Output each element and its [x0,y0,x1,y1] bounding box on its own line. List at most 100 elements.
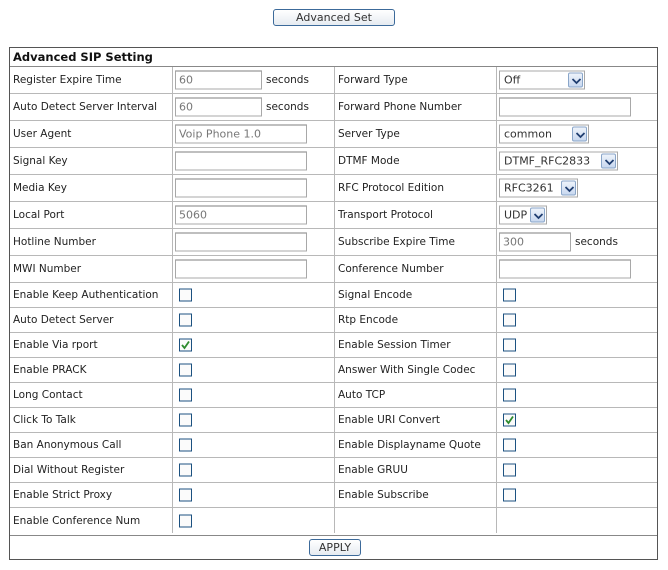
advanced-sip-setting-panel: Advanced SIP Setting Register Expire Tim… [9,47,658,560]
answer-with-single-codec-label: Answer With Single Codec [338,364,476,376]
value-cell [497,333,657,357]
user-agent-input[interactable] [175,124,307,144]
conference-number-input[interactable] [499,259,631,279]
selected-value: Off [504,73,521,87]
enable-via-rport-checkbox[interactable] [179,338,192,352]
signal-key-input[interactable] [175,151,307,171]
dtmf-mode-select[interactable]: DTMF_RFC2833 [499,151,618,171]
label-cell: Local Port [10,202,173,228]
auto-tcp-checkbox[interactable] [503,388,516,402]
settings-row: Register Expire Time seconds Forward Type O… [10,67,657,94]
enable-prack-label: Enable PRACK [13,364,87,376]
value-cell [173,202,335,228]
enable-session-timer-checkbox[interactable] [503,338,516,352]
settings-row: Auto Detect Server Rtp Encode [10,308,657,333]
chevron-down-icon[interactable] [530,207,545,223]
value-cell [497,408,657,432]
chevron-down-icon[interactable] [601,153,616,169]
enable-gruu-checkbox[interactable] [503,463,516,477]
local-port-label: Local Port [13,209,65,221]
transport-protocol-select[interactable]: UDP [499,205,547,225]
rfc-protocol-edition-select[interactable]: RFC3261 [499,178,578,198]
label-cell: Server Type [335,121,497,147]
value-cell [173,383,335,407]
advanced-set-button[interactable]: Advanced Set [273,9,395,26]
rtp-encode-checkbox[interactable] [503,313,516,327]
label-cell: Transport Protocol [335,202,497,228]
seconds-unit-label: seconds [266,74,309,86]
chevron-down-icon[interactable] [568,72,583,88]
label-cell: Auto Detect Server Interval [10,94,173,120]
seconds-unit-label: seconds [575,236,618,248]
label-cell: User Agent [10,121,173,147]
auto-detect-server-interval-input[interactable] [175,97,262,117]
label-cell: Dial Without Register [10,458,173,482]
rfc-protocol-edition-label: RFC Protocol Edition [338,182,444,194]
subscribe-expire-time-label: Subscribe Expire Time [338,236,455,248]
value-cell [173,483,335,507]
label-cell: Click To Talk [10,408,173,432]
forward-type-label: Forward Type [338,74,408,86]
apply-row: APPLY [10,535,657,559]
value-cell [497,433,657,457]
forward-type-select[interactable]: Off [499,70,585,90]
enable-prack-checkbox[interactable] [179,363,192,377]
dial-without-register-checkbox[interactable] [179,463,192,477]
media-key-label: Media Key [13,182,67,194]
label-cell: Long Contact [10,383,173,407]
enable-keep-authentication-checkbox[interactable] [179,288,192,302]
value-cell: common [497,121,657,147]
enable-strict-proxy-label: Enable Strict Proxy [13,489,113,501]
settings-row: MWI Number Conference Number [10,256,657,283]
value-cell [173,458,335,482]
answer-with-single-codec-checkbox[interactable] [503,363,516,377]
auto-detect-server-checkbox[interactable] [179,313,192,327]
value-cell [497,483,657,507]
mwi-number-input[interactable] [175,259,307,279]
server-type-select[interactable]: common [499,124,589,144]
settings-row: Enable Via rport Enable Session Timer [10,333,657,358]
label-cell: Enable Via rport [10,333,173,357]
ban-anonymous-call-checkbox[interactable] [179,438,192,452]
label-cell: Enable Strict Proxy [10,483,173,507]
forward-phone-number-input[interactable] [499,97,631,117]
hotline-number-input[interactable] [175,232,307,252]
local-port-input[interactable] [175,205,307,225]
value-cell [173,148,335,174]
subscribe-expire-time-input[interactable] [499,232,571,252]
label-cell: Signal Key [10,148,173,174]
chevron-down-icon[interactable] [561,180,576,196]
selected-value: UDP [504,208,528,222]
value-cell [173,308,335,332]
dtmf-mode-label: DTMF Mode [338,155,400,167]
enable-subscribe-checkbox[interactable] [503,488,516,502]
chevron-down-icon[interactable] [572,126,587,142]
enable-strict-proxy-checkbox[interactable] [179,488,192,502]
label-cell: Signal Encode [335,283,497,307]
panel-title: Advanced SIP Setting [10,48,657,67]
settings-row: Enable Keep Authentication Signal Encode [10,283,657,308]
value-cell [497,383,657,407]
ban-anonymous-call-label: Ban Anonymous Call [13,439,122,451]
register-expire-time-input[interactable] [175,70,262,90]
enable-uri-convert-checkbox[interactable] [503,413,516,427]
enable-displayname-quote-checkbox[interactable] [503,438,516,452]
value-cell [497,358,657,382]
click-to-talk-checkbox[interactable] [179,413,192,427]
long-contact-checkbox[interactable] [179,388,192,402]
label-cell: Ban Anonymous Call [10,433,173,457]
label-cell: RFC Protocol Edition [335,175,497,201]
auto-detect-server-interval-label: Auto Detect Server Interval [13,101,158,113]
label-cell: Forward Phone Number [335,94,497,120]
media-key-input[interactable] [175,178,307,198]
value-cell [497,508,657,533]
settings-row: Click To Talk Enable URI Convert [10,408,657,433]
apply-button[interactable]: APPLY [309,539,361,556]
value-cell: seconds [173,67,335,93]
enable-via-rport-label: Enable Via rport [13,339,98,351]
signal-encode-checkbox[interactable] [503,288,516,302]
forward-phone-number-label: Forward Phone Number [338,101,462,113]
label-cell: Enable Displayname Quote [335,433,497,457]
enable-gruu-label: Enable GRUU [338,464,408,476]
enable-conference-num-checkbox[interactable] [179,514,192,527]
